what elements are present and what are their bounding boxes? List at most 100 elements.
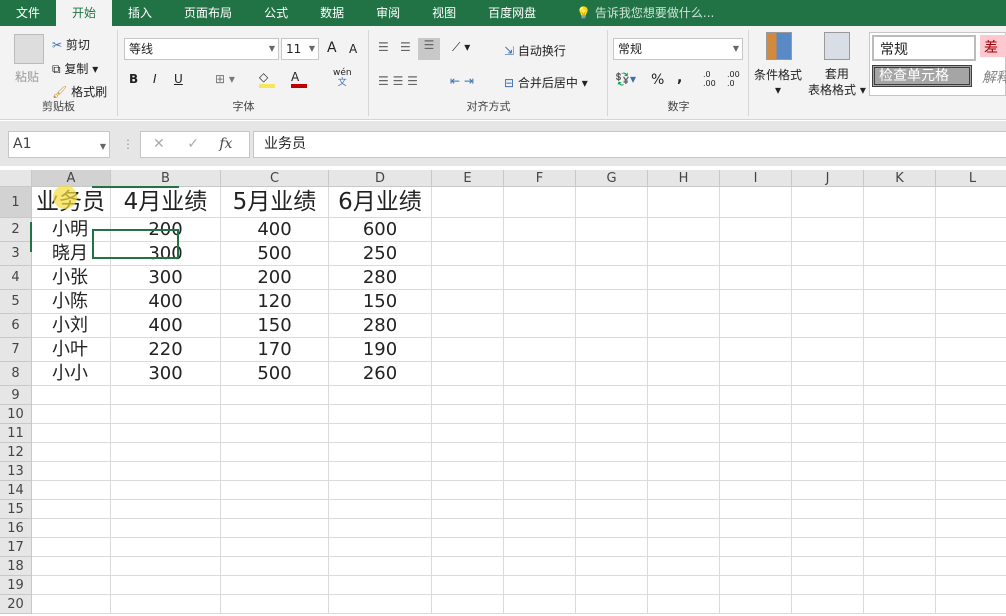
fx-icon[interactable]: fx	[219, 136, 232, 152]
cell[interactable]	[936, 405, 1006, 424]
cell[interactable]	[504, 242, 576, 266]
cell[interactable]	[576, 290, 648, 314]
cell[interactable]	[792, 338, 864, 362]
cell[interactable]	[504, 462, 576, 481]
cell[interactable]	[792, 424, 864, 443]
cell[interactable]	[221, 462, 329, 481]
cell[interactable]	[864, 266, 936, 290]
cell[interactable]	[504, 362, 576, 386]
cell[interactable]	[432, 386, 504, 405]
cell[interactable]	[504, 519, 576, 538]
cell[interactable]	[329, 576, 432, 595]
cell[interactable]	[329, 519, 432, 538]
cell[interactable]	[792, 481, 864, 500]
cell[interactable]	[864, 187, 936, 218]
cell[interactable]	[720, 290, 792, 314]
tab-3[interactable]: 页面布局	[168, 0, 248, 26]
style-bad[interactable]: 差	[980, 35, 1006, 57]
cell[interactable]	[221, 386, 329, 405]
cell[interactable]	[648, 405, 720, 424]
cell[interactable]	[576, 443, 648, 462]
cell[interactable]	[221, 481, 329, 500]
font-name-select[interactable]: 等线 ▼	[124, 38, 279, 60]
cell[interactable]	[720, 338, 792, 362]
conditional-format-button[interactable]: 条件格式 ▾	[754, 66, 802, 97]
orientation-icon[interactable]: ⟋ ▾	[452, 40, 470, 55]
cell[interactable]	[504, 266, 576, 290]
cell[interactable]	[936, 576, 1006, 595]
font-color-button[interactable]: A	[291, 70, 307, 88]
cell[interactable]	[221, 538, 329, 557]
cell[interactable]: 400	[111, 290, 221, 314]
cell[interactable]	[792, 362, 864, 386]
cell[interactable]	[504, 405, 576, 424]
cell[interactable]	[936, 362, 1006, 386]
cancel-icon[interactable]: ✕	[153, 136, 165, 152]
cell[interactable]	[111, 538, 221, 557]
cell[interactable]	[720, 242, 792, 266]
style-check-cell[interactable]: 检查单元格	[872, 65, 972, 87]
cell[interactable]	[576, 386, 648, 405]
cell[interactable]	[329, 424, 432, 443]
style-explanatory[interactable]: 解释	[982, 67, 1006, 87]
percent-button[interactable]: %	[651, 72, 664, 88]
cell[interactable]	[111, 519, 221, 538]
cell[interactable]: 小小	[32, 362, 111, 386]
cell[interactable]	[329, 462, 432, 481]
cell[interactable]	[32, 424, 111, 443]
cell[interactable]	[936, 266, 1006, 290]
align-bottom-icon[interactable]: ☰	[418, 38, 440, 60]
row-header-20[interactable]: 20	[0, 595, 32, 614]
cell[interactable]	[111, 386, 221, 405]
conditional-format-icon[interactable]	[766, 32, 792, 60]
cell[interactable]	[936, 538, 1006, 557]
cell[interactable]	[648, 218, 720, 242]
cell[interactable]	[432, 405, 504, 424]
select-all-corner[interactable]	[0, 170, 32, 187]
cell[interactable]	[432, 538, 504, 557]
cell[interactable]: 400	[221, 218, 329, 242]
cell[interactable]	[936, 314, 1006, 338]
cell[interactable]	[576, 218, 648, 242]
cell[interactable]	[221, 500, 329, 519]
paste-icon[interactable]	[14, 34, 44, 64]
cell[interactable]	[432, 595, 504, 614]
tab-0[interactable]: 文件	[0, 0, 56, 26]
cell[interactable]	[720, 218, 792, 242]
cell[interactable]	[576, 557, 648, 576]
cell[interactable]	[720, 519, 792, 538]
cell[interactable]	[329, 481, 432, 500]
align-top-icon[interactable]: ☰	[378, 40, 389, 54]
cell[interactable]	[432, 187, 504, 218]
cell[interactable]	[576, 405, 648, 424]
cell[interactable]	[936, 338, 1006, 362]
cell[interactable]: 200	[221, 266, 329, 290]
cell[interactable]	[936, 595, 1006, 614]
cell[interactable]	[864, 386, 936, 405]
cell[interactable]	[792, 242, 864, 266]
cell[interactable]	[432, 481, 504, 500]
currency-icon[interactable]: 💱▾	[615, 72, 636, 86]
column-header-J[interactable]: J	[792, 170, 864, 187]
cell[interactable]: 400	[111, 314, 221, 338]
cell[interactable]	[432, 462, 504, 481]
cell[interactable]	[864, 405, 936, 424]
cell[interactable]	[648, 314, 720, 338]
row-header-16[interactable]: 16	[0, 519, 32, 538]
cell[interactable]	[32, 481, 111, 500]
cell[interactable]	[864, 218, 936, 242]
enter-icon[interactable]: ✓	[187, 136, 199, 152]
cell[interactable]	[720, 187, 792, 218]
cell[interactable]	[864, 519, 936, 538]
cell[interactable]	[648, 481, 720, 500]
row-header-10[interactable]: 10	[0, 405, 32, 424]
column-header-H[interactable]: H	[648, 170, 720, 187]
cell[interactable]	[111, 576, 221, 595]
row-header-18[interactable]: 18	[0, 557, 32, 576]
cell[interactable]	[32, 462, 111, 481]
cell[interactable]: 250	[329, 242, 432, 266]
cell[interactable]	[32, 519, 111, 538]
cell[interactable]	[720, 314, 792, 338]
cell[interactable]	[792, 443, 864, 462]
merge-center-button[interactable]: ⊟ 合并后居中 ▾	[504, 74, 588, 91]
